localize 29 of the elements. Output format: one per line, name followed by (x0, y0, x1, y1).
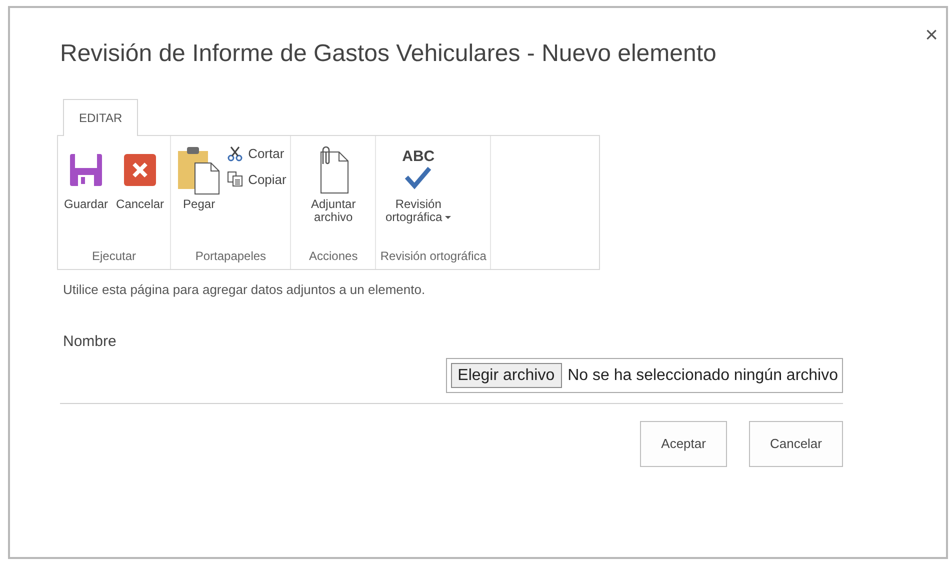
dialog-button[interactable]: Cancelar (748, 421, 843, 467)
ribbon-group-label: Ejecutar (91, 248, 138, 265)
ribbon-button[interactable]: Cancelar (114, 142, 166, 247)
ribbon-button[interactable]: Cortar (227, 144, 286, 164)
ribbon-group-label: Portapapeles (194, 248, 268, 265)
ribbon-button[interactable]: Guardar (62, 142, 110, 247)
choose-file-button[interactable]: Elegir archivo (450, 363, 562, 388)
dialog-title: Revisión de Informe de Gastos Vehiculares - Nuevo elemento (60, 39, 718, 69)
dialog-button[interactable]: Aceptar (640, 421, 727, 467)
ribbon-tab[interactable]: EDITAR (63, 99, 138, 136)
dropdown-caret-icon (445, 216, 452, 220)
cancel-icon (123, 153, 158, 187)
save-icon (69, 153, 104, 187)
instructions-text: Utilice esta página para agregar datos adjuntos a un elemento. (63, 281, 426, 299)
close-button[interactable]: × (925, 24, 938, 46)
ribbon-group-label: Acciones (308, 248, 359, 265)
copy-icon (227, 171, 244, 188)
field-label: Nombre (63, 332, 118, 352)
file-input-field[interactable]: Elegir archivo No se ha seleccionado ningún archivo (446, 358, 843, 393)
ribbon-group-label: Revisión ortográfica (380, 248, 486, 265)
file-status-text: No se ha seleccionado ningún archivo (568, 366, 838, 386)
ribbon-button[interactable]: Adjuntar archivo (295, 142, 372, 247)
check-icon (403, 165, 434, 191)
scissors-icon (227, 146, 244, 162)
icon-text: ABC (402, 149, 435, 165)
ribbon-button[interactable]: Pegar (175, 142, 224, 247)
paste-icon (177, 145, 222, 195)
ribbon-button[interactable]: Copiar (227, 170, 286, 189)
ribbon-button[interactable]: ABC Revisión ortográfica (380, 142, 456, 247)
